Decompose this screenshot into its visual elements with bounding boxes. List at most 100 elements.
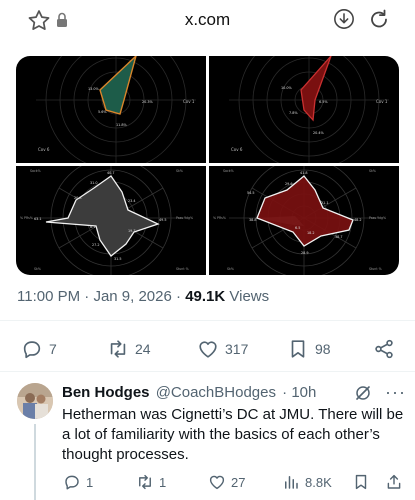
value-label: 38.8 — [249, 218, 257, 222]
value-label: 38.7 — [335, 235, 343, 239]
axis-label: Cov 6 — [38, 147, 50, 152]
share-icon — [387, 474, 401, 489]
avatar[interactable] — [17, 383, 53, 419]
grok-icon[interactable] — [354, 384, 372, 402]
divider — [0, 320, 415, 321]
axis-label: Cov 1 — [183, 99, 195, 104]
point-label: 6.5% — [319, 100, 328, 104]
like-button[interactable]: 317 — [197, 338, 248, 360]
bookmark-button[interactable]: 98 — [287, 338, 331, 360]
value-label: 31.5 — [114, 257, 122, 261]
axis-label: Cov 1 — [376, 99, 388, 104]
reply-bookmark-button[interactable] — [352, 472, 370, 492]
reply-views-count: 8.8K — [305, 474, 332, 490]
reply-repost-count: 1 — [159, 474, 167, 490]
reply-like-button[interactable]: 27 — [208, 472, 245, 492]
bookmark-icon — [355, 474, 367, 490]
views-label: Views — [229, 288, 270, 305]
divider — [0, 371, 415, 372]
radar-chart-3: 40.7 31.0 20.8 23.4 49.5 19.7 8.1 27.2 3… — [20, 166, 193, 275]
axis-label: Cov 6 — [231, 147, 243, 152]
reload-icon[interactable] — [367, 7, 391, 31]
share-button[interactable] — [373, 338, 395, 360]
value-label: 6.5 — [295, 226, 300, 230]
reply-repost-button[interactable]: 1 — [136, 472, 166, 492]
axis-label: % PRs% — [213, 216, 226, 220]
reply-header: Ben Hodges @CoachBHodges · 10h — [62, 384, 316, 401]
reply-author-name[interactable]: Ben Hodges — [62, 384, 150, 401]
meta-separator: · — [80, 288, 94, 305]
value-label: 63.1 — [34, 217, 42, 221]
axis-label: Stunt % — [369, 267, 382, 271]
analytics-icon — [285, 476, 298, 489]
value-label: 41.8 — [300, 171, 308, 175]
reply-icon — [23, 341, 41, 359]
bookmark-icon — [291, 340, 305, 358]
value-label: 31.0 — [90, 181, 98, 185]
reply-time[interactable]: · 10h — [282, 384, 316, 401]
value-label: 19.7 — [128, 229, 136, 233]
value-label: 8.1 — [90, 225, 95, 229]
repost-icon — [139, 474, 151, 490]
value-label: 48.2 — [354, 218, 362, 222]
point-label: 11.8% — [116, 123, 128, 127]
reply-button[interactable]: 7 — [21, 338, 57, 360]
point-label: 20.3% — [142, 100, 154, 104]
reply-reply-count: 1 — [86, 474, 94, 490]
value-label: 27.2 — [92, 243, 100, 247]
axis-label: Sack% — [30, 169, 41, 173]
point-label: 10.0% — [281, 86, 293, 90]
views-count: 49.1K — [185, 288, 226, 305]
radar-chart-1: 13.0% 5.6% 11.8% 20.3% Cov 1 Cov 6 — [36, 56, 196, 163]
avatar-photo — [17, 383, 53, 419]
axis-label: % PRs% — [20, 216, 33, 220]
heart-icon — [199, 341, 217, 358]
post-action-bar: 7 24 317 98 — [0, 330, 415, 366]
reply-share-button[interactable] — [385, 472, 403, 492]
meta-separator: · — [171, 288, 186, 305]
axis-label: Sack% — [223, 169, 234, 173]
value-label: 49.5 — [159, 218, 167, 222]
repost-icon — [110, 340, 126, 358]
bookmark-count: 98 — [315, 341, 331, 357]
media-image-3[interactable]: 40.7 31.0 20.8 23.4 49.5 19.7 8.1 27.2 3… — [16, 166, 206, 275]
repost-button[interactable]: 24 — [107, 338, 151, 360]
download-icon[interactable] — [333, 8, 355, 30]
reply-views-button[interactable]: 8.8K — [282, 472, 332, 492]
value-label: 40.7 — [107, 171, 115, 175]
share-icon — [375, 339, 393, 359]
point-label: 13.0% — [88, 87, 100, 91]
reply-text: Hetherman was Cignetti’s DC at JMU. Ther… — [62, 406, 404, 463]
media-image-1[interactable]: 13.0% 5.6% 11.8% 20.3% Cov 1 Cov 6 — [16, 56, 206, 163]
reply-author-handle[interactable]: @CoachBHodges — [156, 384, 276, 401]
reply-reply-button[interactable]: 1 — [63, 472, 93, 492]
axis-label: Sk% — [227, 267, 234, 271]
axis-label: Pass Ydg% — [176, 216, 193, 220]
post-time[interactable]: 11:00 PM — [17, 288, 80, 305]
media-image-4[interactable]: 41.8 29.6 54.5 21.1 48.2 38.7 18.2 28.9 … — [209, 166, 399, 275]
browser-address-bar: x.com — [0, 0, 415, 44]
radar-shape-2 — [300, 56, 332, 122]
reply-count: 7 — [49, 341, 57, 357]
reply-action-bar: 1 1 27 8.8K — [0, 472, 415, 494]
post-date[interactable]: Jan 9, 2026 — [93, 288, 171, 305]
reply-icon — [65, 475, 79, 490]
media-image-2[interactable]: 10.0% 7.8% 6.5% 20.4% Cov 1 Cov 6 — [209, 56, 399, 163]
reply-like-count: 27 — [231, 474, 246, 490]
value-label: 23.4 — [128, 199, 136, 203]
axis-label: Sk% — [369, 169, 376, 173]
heart-icon — [209, 475, 225, 490]
post-media-grid[interactable]: 13.0% 5.6% 11.8% 20.3% Cov 1 Cov 6 10.0%… — [16, 56, 399, 275]
value-label: 21.1 — [321, 201, 329, 205]
more-options-icon[interactable]: ··· — [385, 382, 406, 403]
post-timestamp-line: 11:00 PM · Jan 9, 2026 · 49.1K Views — [17, 288, 269, 305]
like-count: 317 — [225, 341, 249, 357]
axis-label: Sk% — [176, 169, 183, 173]
repost-count: 24 — [135, 341, 151, 357]
point-label: 7.8% — [289, 111, 298, 115]
radar-chart-4: 41.8 29.6 54.5 21.1 48.2 38.7 18.2 28.9 … — [213, 166, 386, 275]
value-label: 18.2 — [307, 231, 315, 235]
radar-shape-1 — [99, 56, 137, 115]
value-label: 28.9 — [301, 251, 309, 255]
axis-label: Pass Ydg% — [369, 216, 386, 220]
